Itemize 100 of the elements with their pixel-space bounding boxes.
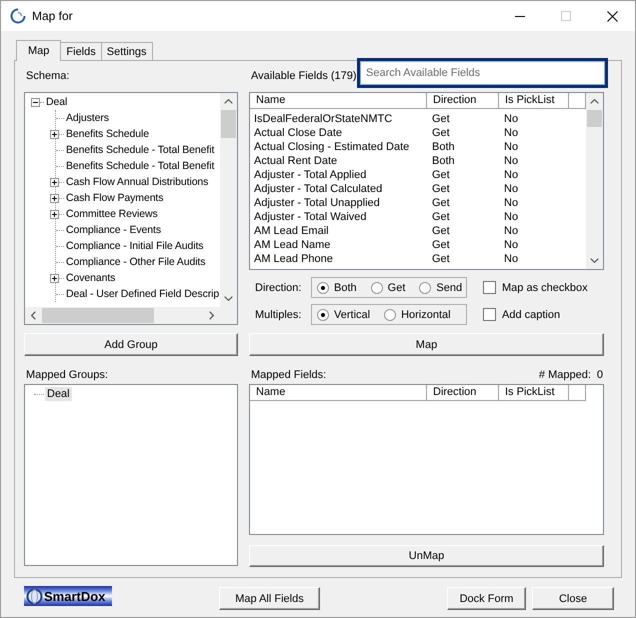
table-cell-text: Get (431, 238, 451, 252)
table-cell-text: Actual Closing - Estimated Date (253, 140, 410, 154)
table-cell-text: AM Lead Phone (253, 252, 334, 266)
table-cell-text: No (503, 210, 520, 224)
radio-option[interactable]: Send (419, 282, 462, 294)
tree-item[interactable]: Deal - User Defined Field Descrip (65, 287, 220, 301)
table-cell-text: Adjuster - Total Applied (253, 168, 368, 182)
table-cell-text: Both (431, 140, 456, 154)
radio-icon[interactable] (370, 282, 383, 294)
vertical-scrollbar[interactable] (586, 93, 603, 269)
tree-item[interactable]: Cash Flow Annual Distributions (65, 175, 210, 189)
tree-item[interactable]: Adjusters (65, 111, 110, 125)
scroll-up-icon[interactable] (590, 99, 599, 104)
scroll-up-icon[interactable] (224, 99, 233, 104)
scrollbar-thumb[interactable] (587, 110, 602, 127)
vertical-scrollbar[interactable] (220, 93, 237, 307)
tree-item[interactable]: Covenants (65, 271, 116, 285)
mapped-count-label: # Mapped: (538, 369, 591, 381)
table-cell-text: AM Lead Name (253, 238, 332, 252)
tree-item[interactable]: Deal (45, 387, 72, 401)
radio-option[interactable]: Get (370, 282, 406, 294)
checkbox-option[interactable]: Map as checkbox (483, 281, 588, 294)
tree-item[interactable]: Benefits Schedule - Total Benefit (65, 143, 216, 157)
window-title: Map for (32, 9, 73, 23)
radio-option[interactable]: Vertical (317, 308, 370, 320)
expand-icon[interactable] (50, 194, 59, 202)
scroll-right-icon[interactable] (209, 311, 214, 320)
column-header[interactable]: Is PickList (499, 385, 569, 401)
table-cell-text: Actual Rent Date (253, 154, 338, 168)
checkbox-icon[interactable] (483, 281, 496, 294)
close-icon[interactable] (606, 10, 618, 22)
field-label: Multiples: (254, 308, 302, 320)
table-cell-text: Adjuster - Total Calculated (253, 182, 384, 196)
table-cell-text: Get (431, 112, 451, 126)
scrollbar-thumb[interactable] (42, 308, 154, 323)
scroll-down-icon[interactable] (224, 296, 233, 301)
table-cell-text: Get (431, 168, 451, 182)
collapse-icon[interactable] (31, 98, 40, 106)
tree-item[interactable]: Compliance - Events (65, 223, 162, 237)
section-label: Schema: (26, 70, 70, 82)
table-cell-text: IsDealFederalOrStateNMTC (253, 112, 394, 126)
radio-option[interactable]: Both (317, 282, 357, 294)
radio-option[interactable]: Horizontal (384, 308, 451, 320)
scroll-down-icon[interactable] (590, 258, 599, 263)
column-header[interactable]: Direction (427, 385, 499, 401)
expand-icon[interactable] (50, 274, 59, 282)
tree-item[interactable]: Committee Reviews (65, 207, 159, 221)
radio-icon[interactable] (419, 282, 432, 294)
map-all-fields-button[interactable]: Map All Fields (219, 587, 320, 610)
section-label: Mapped Fields: (251, 369, 326, 381)
tree-item[interactable]: Cash Flow Payments (65, 191, 164, 205)
checkbox-option[interactable]: Add caption (483, 308, 560, 321)
unmap-button[interactable]: UnMap (249, 545, 604, 567)
close-button[interactable]: Close (532, 587, 614, 610)
expand-icon[interactable] (50, 130, 59, 138)
tree-item[interactable]: Deal (45, 95, 68, 109)
column-header[interactable]: Is PickList (499, 93, 569, 109)
table-cell-text: Get (431, 182, 451, 196)
table-cell-text: No (503, 112, 520, 126)
section-label: Mapped Groups: (26, 369, 108, 381)
tree-item[interactable]: Benefits Schedule (65, 127, 150, 141)
column-header[interactable]: Name (250, 385, 427, 401)
table-cell-text: Adjuster - Total Unapplied (253, 196, 381, 210)
table-cell-text: Get (431, 126, 451, 140)
dock-form-button[interactable]: Dock Form (447, 587, 526, 610)
table-cell-text: Both (431, 154, 456, 168)
tab[interactable]: Settings (100, 42, 152, 60)
map-button[interactable]: Map (249, 333, 604, 356)
tab[interactable]: Map (16, 40, 62, 61)
logo-text: SmartDox (44, 588, 106, 604)
tree-item[interactable]: Benefits Schedule - Total Benefit (65, 159, 216, 173)
add-group-button[interactable]: Add Group (24, 333, 238, 356)
search-field[interactable]: Search Available Fields (357, 58, 608, 88)
table-cell-text: No (503, 126, 520, 140)
table-cell-text: Actual Close Date (253, 126, 344, 140)
table-cell-text: No (503, 140, 520, 154)
table-cell-text: No (503, 182, 520, 196)
scroll-left-icon[interactable] (31, 311, 36, 320)
expand-icon[interactable] (50, 178, 59, 186)
table-cell-text: No (503, 196, 520, 210)
section-label: Available Fields (179) (251, 70, 357, 82)
table-cell-text: Get (431, 196, 451, 210)
table-cell-text: AM Lead Email (253, 224, 330, 238)
column-header[interactable]: Direction (427, 93, 499, 109)
table-cell-text: No (503, 238, 520, 252)
horizontal-scrollbar[interactable] (25, 307, 220, 324)
tree-item[interactable]: Compliance - Other File Audits (65, 255, 206, 269)
radio-icon[interactable] (384, 308, 396, 320)
globe-icon (26, 588, 43, 604)
checkbox-icon[interactable] (483, 308, 496, 321)
radio-icon[interactable] (317, 308, 329, 320)
tree-item[interactable]: Compliance - Initial File Audits (65, 239, 204, 253)
app-logo-icon (10, 8, 26, 24)
column-header[interactable]: Name (250, 93, 427, 109)
expand-icon[interactable] (50, 210, 59, 218)
scrollbar-thumb[interactable] (221, 110, 236, 138)
table-cell-text: No (503, 168, 520, 182)
table-cell-text: Get (431, 210, 451, 224)
table-cell-text: Get (431, 224, 451, 238)
radio-icon[interactable] (317, 282, 329, 294)
